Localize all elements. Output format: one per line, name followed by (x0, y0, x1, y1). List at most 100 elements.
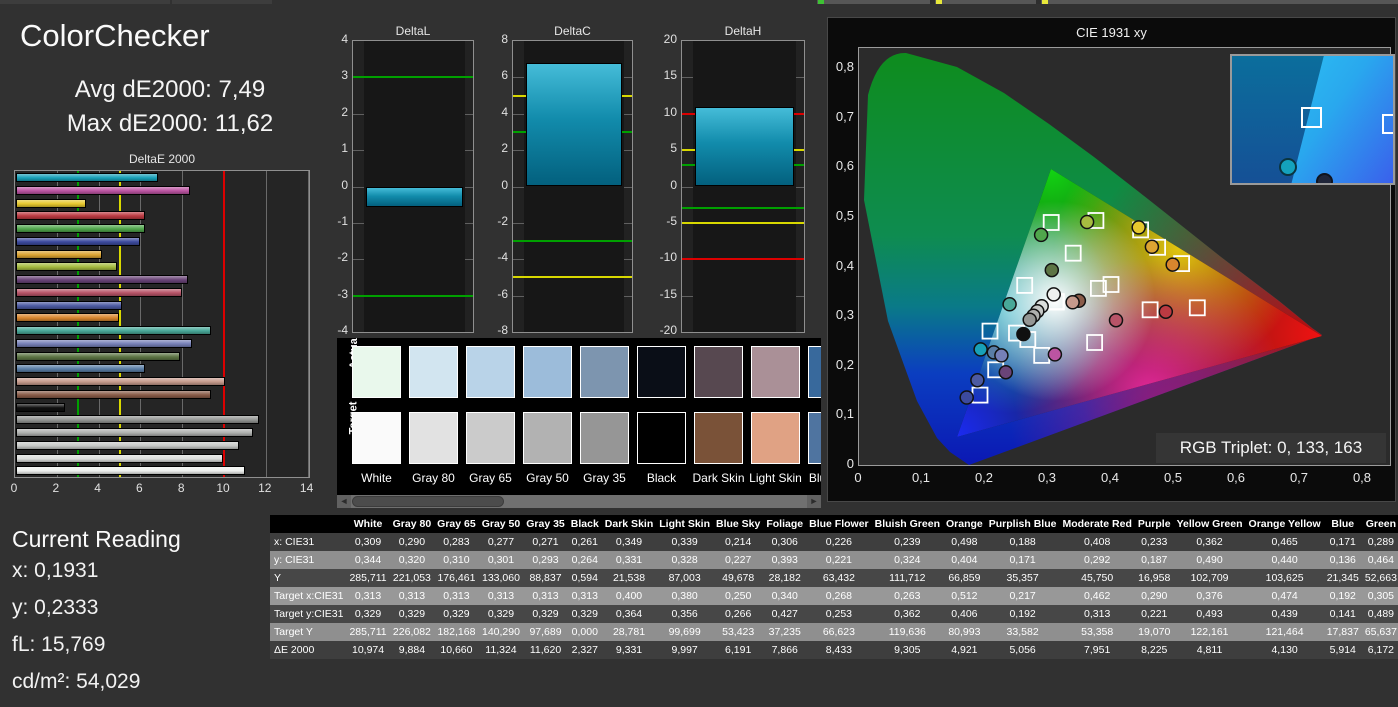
swatch-target (637, 412, 686, 464)
swatch-scrollbar-right-arrow-icon[interactable]: ► (807, 495, 821, 508)
deltae-bar-shade (17, 263, 116, 271)
table-cell: 9,997 (671, 644, 698, 656)
swatch-label: Gray 35 (583, 471, 626, 485)
table-cell: 103,625 (1265, 572, 1304, 584)
current-reading-y: y: 0,2333 (12, 596, 99, 619)
deltae-x-tick-label: 8 (177, 481, 185, 495)
table-cell: 0,440 (1271, 554, 1298, 566)
swatch-actual (694, 346, 743, 398)
deltae-chart-title: DeltaE 2000 (128, 152, 196, 166)
cie-x-tick-label: 0,6 (1226, 470, 1246, 485)
table-cell: 88,837 (529, 572, 562, 584)
table-cell: 0,289 (1367, 536, 1395, 548)
delta-y-tick-label: -6 (497, 286, 508, 301)
current-reading-cdm2: cd/m²: 54,029 (12, 670, 141, 693)
swatch-actual (637, 346, 686, 398)
swatch-label: Gray 80 (412, 471, 455, 485)
table-cell: 221,053 (392, 572, 431, 584)
swatch-label: White (361, 471, 392, 485)
deltae-bar-shade (17, 250, 102, 258)
swatch-scrollbar-thumb[interactable] (352, 496, 504, 507)
table-column-header: Blue (1323, 515, 1362, 533)
deltae-x-tick-label: 14 (299, 481, 314, 495)
table-cell: 7,866 (771, 644, 798, 656)
table-row: Target Y 285,711 226,082 182,168 140,290 97,6… (270, 623, 1398, 641)
table-cell: 49,678 (722, 572, 755, 584)
table-cell: 33,582 (1006, 626, 1039, 638)
table-row-label: ΔE 2000 (274, 644, 315, 656)
swatch-target (409, 412, 458, 464)
swatch-scrollbar-track[interactable]: ◄ ► (337, 495, 821, 508)
table-cell: 21,538 (612, 572, 646, 584)
table-cell: 8,225 (1141, 644, 1168, 656)
table-row-label: x: CIE31 (274, 536, 315, 548)
delta-bar (526, 62, 622, 187)
delta-chart-title: DeltaL (395, 24, 431, 38)
delta-chart-plot (352, 40, 474, 333)
deltae-x-tick-label: 4 (94, 481, 101, 495)
swatch-scrollbar-left-arrow-icon[interactable]: ◄ (337, 495, 351, 508)
table-cell: 0,293 (532, 554, 559, 566)
table-cell: 0,253 (825, 608, 853, 620)
delta-bar-column (693, 41, 796, 332)
table-cell: 0,489 (1367, 608, 1395, 620)
table-column-header: Blue Sky (713, 515, 764, 533)
table-cell: 226,082 (392, 626, 431, 638)
deltae-bar (16, 211, 145, 221)
delta-y-tick-label: -15 (659, 286, 677, 301)
table-cell: 53,358 (1081, 626, 1114, 638)
table-column-header: Moderate Red (1059, 515, 1135, 533)
swatch-target (466, 412, 515, 464)
deltae-x-tick-label: 0 (10, 481, 18, 495)
table-cell: 0,329 (443, 608, 470, 620)
cie-1931-panel: CIE 1931 xy 0 0,1 0,2 0,3 0,4 0,5 0,6 0,… (827, 17, 1396, 502)
deltae-bar-shade (17, 314, 118, 322)
table-cell: 4,811 (1196, 644, 1223, 656)
delta-y-tick-label: 15 (663, 68, 677, 83)
cie-x-tick-label: 0 (854, 470, 862, 485)
deltae-bar (16, 275, 188, 284)
swatch-row-label-target: Target (337, 402, 359, 464)
table-cell: 0,266 (725, 608, 752, 620)
delta-y-tick-label: 0 (501, 177, 508, 192)
table-cell: 19,070 (1138, 626, 1171, 638)
table-column-header: Bluish Green (871, 515, 943, 533)
cie-measured-dot (973, 342, 988, 357)
measurement-table: White Gray 80 Gray 65 Gray 50 Gray 35 Black Da… (270, 515, 1398, 659)
table-row-label: y: CIE31 (274, 554, 315, 566)
table-cell: 0,188 (1009, 536, 1036, 548)
table-row: ΔE 2000 10,974 9,884 10,660 11,324 11,620 2,32… (270, 641, 1398, 659)
inset-target-square (1301, 106, 1323, 128)
table-cell: 0,380 (671, 590, 698, 602)
table-cell: 121,464 (1265, 626, 1304, 638)
swatch-target (352, 412, 401, 464)
table-cell: 0,462 (1084, 590, 1111, 602)
table-cell: 0,364 (615, 608, 643, 620)
table-cell: 9,305 (894, 644, 921, 656)
table-row-label: Y (274, 572, 282, 584)
deltae-bar (16, 300, 122, 310)
deltae-bar-shade (17, 378, 224, 385)
deltae-bar-shade (17, 212, 144, 220)
deltae-bar-shade (17, 429, 252, 436)
table-cell: 0,305 (1367, 590, 1395, 602)
table-cell: 0,313 (443, 590, 470, 602)
cie-measured-dot (1158, 304, 1174, 319)
table-cell: 17,837 (1326, 626, 1359, 638)
table-cell: 0,261 (571, 536, 598, 548)
table-cell: 0,408 (1084, 536, 1111, 548)
table-cell: 0,404 (951, 554, 978, 566)
table-cell: 0,171 (1009, 554, 1036, 566)
table-cell: 119,636 (888, 626, 926, 638)
cie-y-tick-label: 0,1 (835, 406, 854, 421)
deltae-bar-shade (17, 174, 157, 181)
table-cell: 0,594 (571, 572, 598, 584)
cie-measured-dot (959, 390, 974, 405)
table-corner-cell (270, 515, 347, 533)
deltae-bar (16, 236, 140, 246)
table-cell: 28,182 (768, 572, 801, 584)
delta-y-tick-label: 6 (501, 68, 508, 83)
table-cell: 0,320 (398, 554, 426, 566)
deltae-bar (16, 262, 117, 272)
table-cell: 0,268 (825, 590, 853, 602)
